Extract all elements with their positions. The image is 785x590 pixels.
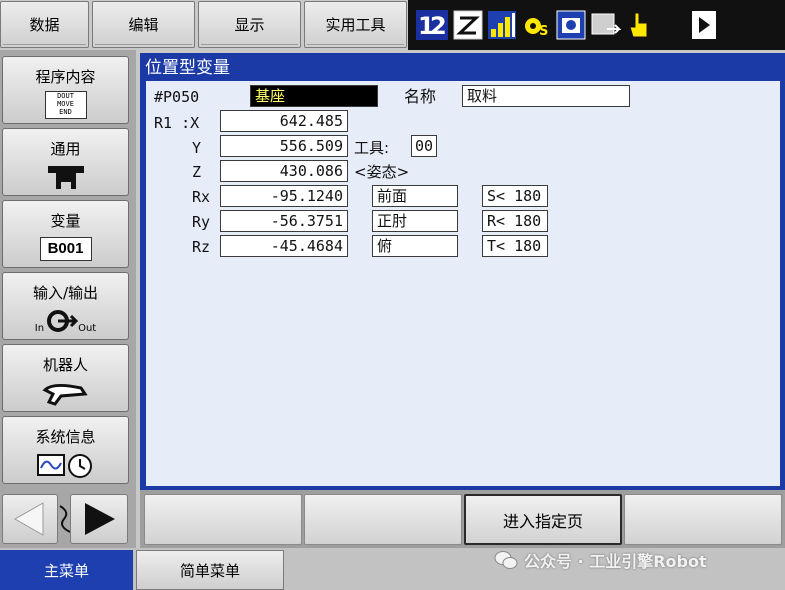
ry-label: Ry (192, 213, 211, 231)
rx-value-field[interactable]: -95.1240 (220, 185, 348, 207)
hand-icon (629, 12, 648, 38)
t-axis-limit-field[interactable]: T< 180 (482, 235, 548, 257)
system-info-icon (36, 454, 92, 478)
simple-menu-tab[interactable]: 简单菜单 (136, 550, 284, 590)
robot-arm-icon (41, 383, 88, 406)
sidebar-io[interactable]: 输入/输出 In Out (2, 272, 129, 340)
svg-text:S: S (539, 24, 548, 39)
y-value-field[interactable]: 556.509 (220, 135, 348, 157)
goto-page-button[interactable]: 进入指定页 (464, 494, 622, 545)
y-label: Y (192, 139, 202, 157)
function-key-2[interactable] (304, 494, 462, 545)
name-field[interactable]: 取料 (462, 85, 630, 107)
variable-id: #P050 (154, 88, 200, 106)
sidebar-robot[interactable]: 机器人 (2, 344, 129, 412)
program-art-line: MOVE (57, 100, 74, 108)
r-axis-limit-field[interactable]: R< 180 (482, 210, 548, 232)
posture-heading: <姿态> (354, 163, 410, 181)
coord-frame-field[interactable]: 基座 (250, 85, 378, 107)
sidebar-general[interactable]: 通用 (2, 128, 129, 196)
menu-utility-label: 实用工具 (325, 16, 386, 34)
gear-icon: S (522, 15, 552, 39)
rx-label: Rx (192, 188, 211, 206)
posture-front-field[interactable]: 前面 (372, 185, 458, 207)
menu-edit-label: 编辑 (128, 16, 159, 34)
io-out-label: Out (78, 322, 97, 334)
function-key-4[interactable] (624, 494, 782, 545)
watermark-text: 公众号 · 工业引擎Robot (524, 552, 707, 571)
sidebar-variable[interactable]: 变量 B001 (2, 200, 129, 268)
panel-title: 位置型变量 (145, 58, 230, 78)
ry-value-field[interactable]: -56.3751 (220, 210, 348, 232)
s-axis-limit-field[interactable]: S< 180 (482, 185, 548, 207)
arrow-left-icon (13, 502, 44, 536)
menu-data-label: 数据 (29, 16, 60, 34)
z-label: Z (192, 163, 202, 181)
program-list-icon: DOUT MOVE END (3, 91, 128, 119)
page-prev-button[interactable] (2, 494, 58, 544)
sidebar-program-label: 程序内容 (35, 68, 96, 86)
mode-icon (556, 10, 586, 40)
posture-flip-field[interactable]: 俯 (372, 235, 458, 257)
svg-text:2: 2 (430, 12, 447, 40)
x-label: R1 :X (154, 114, 200, 132)
menu-display[interactable]: 显示 (198, 1, 301, 48)
window-icon (591, 13, 622, 35)
edit-mode-icon (453, 10, 483, 40)
tool-label: 工具: (354, 139, 390, 157)
menu-display-label: 显示 (234, 16, 265, 34)
io-arrow-icon (47, 310, 79, 332)
name-label: 名称 (404, 87, 437, 106)
sidebar-system-label: 系统信息 (35, 428, 96, 446)
sidebar-variable-label: 变量 (50, 212, 81, 230)
posture-elbow-field[interactable]: 正肘 (372, 210, 458, 232)
rz-label: Rz (192, 238, 211, 256)
menu-utility[interactable]: 实用工具 (304, 1, 407, 48)
menu-edit[interactable]: 编辑 (92, 1, 195, 48)
main-menu-label: 主菜单 (43, 561, 89, 580)
io-icon: In Out (3, 307, 128, 335)
rz-value-field[interactable]: -45.4684 (220, 235, 348, 257)
program-art-line: DOUT (57, 92, 74, 100)
signal-bars-icon (488, 11, 516, 39)
tool-icon (47, 166, 84, 189)
simple-menu-label: 简单菜单 (179, 561, 240, 580)
sidebar-general-label: 通用 (50, 140, 81, 158)
function-key-1[interactable] (144, 494, 302, 545)
watermark: 公众号 · 工业引擎Robot (494, 548, 707, 572)
x-value-field[interactable]: 642.485 (220, 110, 348, 132)
program-art-line: END (59, 108, 72, 116)
sequence-12-icon: 1 2 (416, 10, 448, 40)
tool-number-field[interactable]: 00 (411, 135, 437, 157)
z-value-field[interactable]: 430.086 (220, 160, 348, 182)
main-menu-tab[interactable]: 主菜单 (0, 550, 133, 590)
menu-data[interactable]: 数据 (0, 1, 89, 48)
page-next-button[interactable] (70, 494, 128, 544)
io-in-label: In (34, 322, 45, 334)
sidebar-robot-label: 机器人 (42, 356, 88, 374)
variable-b001-icon: B001 (39, 237, 92, 261)
sidebar-system-info[interactable]: 系统信息 (2, 416, 129, 484)
sidebar-program-content[interactable]: 程序内容 DOUT MOVE END (2, 56, 129, 124)
wechat-icon (494, 551, 518, 569)
goto-page-label: 进入指定页 (502, 511, 583, 531)
play-icon (692, 11, 716, 39)
sidebar-io-label: 输入/输出 (32, 284, 99, 302)
arrow-right-icon (85, 503, 115, 535)
